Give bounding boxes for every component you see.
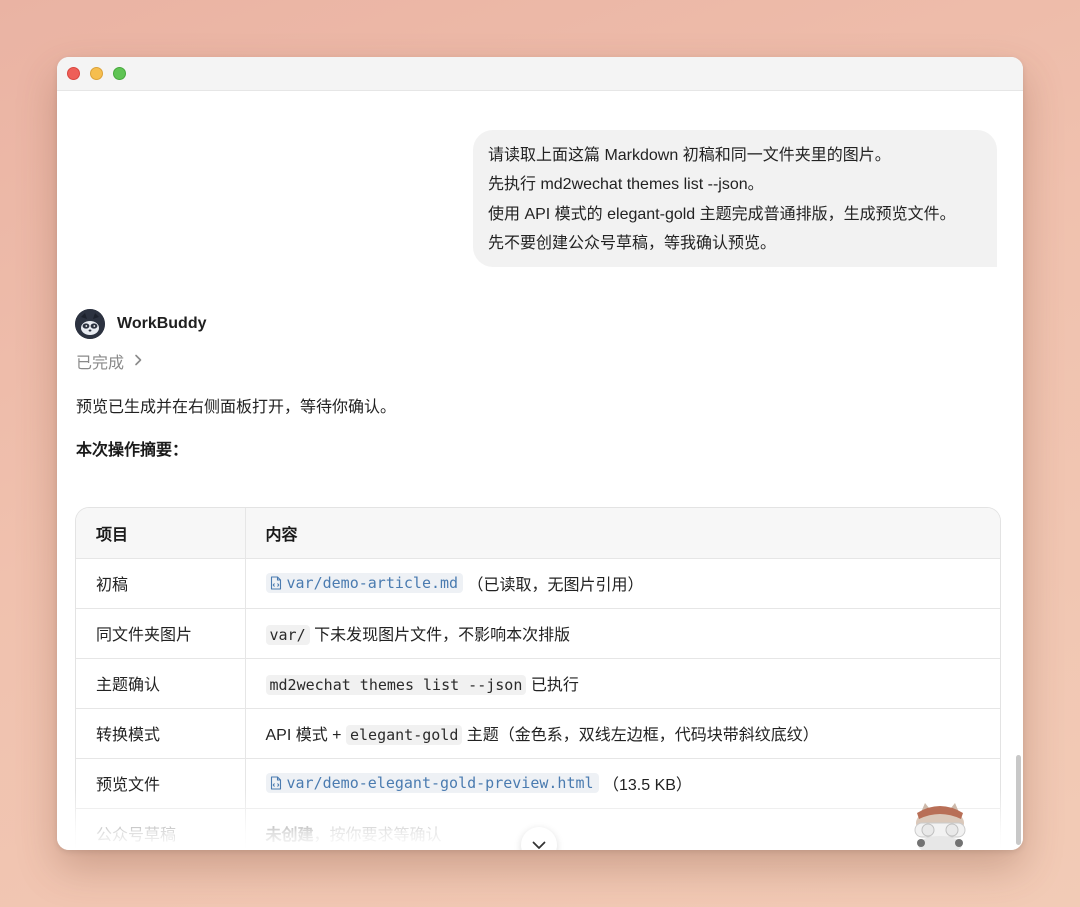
row-content-text: 主题（金色系，双线左边框，代码块带斜纹底纹） [462, 727, 819, 744]
chevron-right-icon [134, 353, 143, 370]
row-content: md2wechat themes list --json 已执行 [245, 658, 1000, 708]
row-content-prefix: API 模式 + [265, 727, 346, 744]
row-content-text: （已读取，无图片引用） [467, 577, 644, 594]
minimize-button[interactable] [90, 67, 103, 80]
row-content-text: （13.5 KB） [603, 777, 692, 794]
file-icon [270, 776, 281, 790]
file-link-text: var/demo-elegant-gold-preview.html [286, 774, 594, 792]
file-link[interactable]: var/demo-article.md [265, 573, 464, 593]
row-content: 未创建，按你要求等确认 [245, 808, 1000, 850]
row-item-label: 同文件夹图片 [76, 608, 246, 658]
row-content-text: 已执行 [526, 677, 579, 694]
app-window: 请读取上面这篇 Markdown 初稿和同一文件夹里的图片。 先执行 md2we… [57, 57, 1023, 850]
row-content-text: 下未发现图片文件，不影响本次排版 [309, 627, 571, 644]
summary-table: 项目 内容 初稿 var/demo-article.md （已读取，无图片引用）… [75, 507, 1001, 850]
user-message-line: 使用 API 模式的 elegant-gold 主题完成普通排版，生成预览文件。 [488, 205, 956, 223]
assistant-avatar [75, 309, 105, 339]
zoom-button[interactable] [113, 67, 126, 80]
user-message-line: 先不要创建公众号草稿，等我确认预览。 [488, 234, 777, 252]
table-row: 转换模式 API 模式 + elegant-gold 主题（金色系，双线左边框，… [76, 708, 1000, 758]
row-content: var/demo-article.md （已读取，无图片引用） [245, 558, 1000, 608]
user-message-line: 请读取上面这篇 Markdown 初稿和同一文件夹里的图片。 [488, 147, 891, 164]
row-content-bold: 未创建 [265, 827, 314, 844]
row-content: var/demo-elegant-gold-preview.html （13.5… [245, 758, 1000, 808]
table-header-row: 项目 内容 [76, 508, 1000, 558]
row-item-label: 预览文件 [76, 758, 246, 808]
column-header-content: 内容 [245, 508, 1000, 558]
table-row: 主题确认 md2wechat themes list --json 已执行 [76, 658, 1000, 708]
user-message-bubble: 请读取上面这篇 Markdown 初稿和同一文件夹里的图片。 先执行 md2we… [473, 130, 997, 267]
task-status-label: 已完成 [76, 355, 125, 372]
mascot-icon [914, 803, 966, 850]
assistant-header: WorkBuddy [75, 309, 206, 339]
file-link-text: var/demo-article.md [286, 574, 459, 592]
inline-code: md2wechat themes list --json [265, 675, 527, 695]
assistant-name: WorkBuddy [117, 315, 207, 332]
user-message-line: 先执行 md2wechat themes list --json。 [488, 176, 764, 194]
row-item-label: 主题确认 [76, 658, 246, 708]
row-item-label: 公众号草稿 [76, 808, 246, 850]
row-content: var/ 下未发现图片文件，不影响本次排版 [245, 608, 1000, 658]
column-header-item: 项目 [76, 508, 246, 558]
title-bar [57, 57, 1023, 91]
chevron-down-icon [532, 841, 546, 849]
row-content: API 模式 + elegant-gold 主题（金色系，双线左边框，代码块带斜… [245, 708, 1000, 758]
row-item-label: 转换模式 [76, 708, 246, 758]
scrollbar-thumb[interactable] [1016, 755, 1021, 845]
summary-heading: 本次操作摘要： [76, 442, 189, 459]
inline-code: var/ [265, 625, 310, 645]
table-row: 预览文件 var/demo-elegant-gold-preview.html … [76, 758, 1000, 808]
close-button[interactable] [67, 67, 80, 80]
table-row: 初稿 var/demo-article.md （已读取，无图片引用） [76, 558, 1000, 608]
raccoon-icon [75, 309, 105, 339]
table-row: 同文件夹图片 var/ 下未发现图片文件，不影响本次排版 [76, 608, 1000, 658]
file-link[interactable]: var/demo-elegant-gold-preview.html [265, 773, 599, 793]
row-content-text: ，按你要求等确认 [313, 827, 442, 844]
file-icon [270, 576, 281, 590]
assistant-intro-text: 预览已生成并在右侧面板打开，等待你确认。 [76, 399, 397, 416]
inline-code: elegant-gold [345, 725, 463, 745]
task-status-toggle[interactable]: 已完成 [76, 349, 143, 373]
chat-area: 请读取上面这篇 Markdown 初稿和同一文件夹里的图片。 先执行 md2we… [57, 91, 1023, 850]
row-item-label: 初稿 [76, 558, 246, 608]
